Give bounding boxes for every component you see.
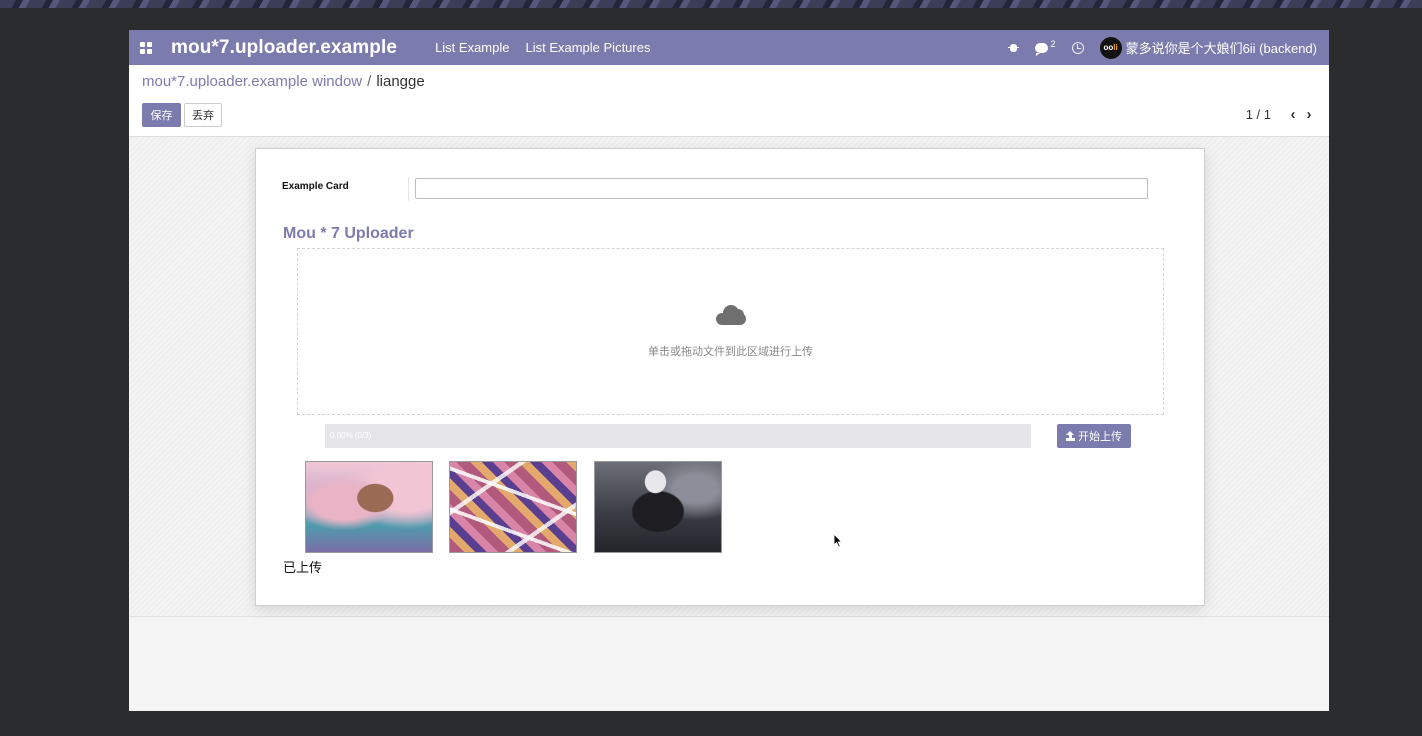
upload-icon (1066, 431, 1075, 441)
breadcrumb-parent-link[interactable]: mou*7.uploader.example window (142, 73, 362, 90)
discard-button[interactable]: 丢弃 (184, 103, 222, 127)
apps-menu-button[interactable] (131, 30, 161, 65)
chat-icon (1034, 42, 1048, 56)
chevron-right-icon[interactable]: › (1301, 107, 1317, 122)
progress-text: 0.00% (0/3) (330, 431, 372, 440)
save-button[interactable]: 保存 (142, 103, 181, 127)
uploaded-image-2[interactable] (449, 461, 577, 553)
avatar-text: oo (1103, 43, 1114, 52)
example-card-label: Example Card (282, 181, 349, 192)
top-navbar: mou*7.uploader.example List Example List… (129, 30, 1329, 65)
user-menu[interactable]: oo li 蒙多说你是个大娘们6ii (backend) (1099, 36, 1317, 59)
mouse-cursor (833, 532, 843, 548)
user-name: 蒙多说你是个大娘们6ii (backend) (1125, 41, 1317, 56)
clock-icon (1071, 41, 1084, 54)
menu-list-example[interactable]: List Example (435, 40, 509, 55)
chevron-left-icon[interactable]: ‹ (1285, 107, 1301, 122)
form-sheet: Example Card Mou * 7 Uploader 单击或拖动文件到此区… (255, 148, 1205, 606)
odoo-window: mou*7.uploader.example List Example List… (129, 30, 1329, 711)
avatar-text-accent: li (1113, 43, 1118, 52)
field-divider (408, 177, 409, 201)
start-upload-label: 开始上传 (1078, 431, 1122, 443)
navbar-systray: 2 oo li 蒙多说你是个大娘们6ii (backend) (1007, 30, 1329, 65)
upload-progress-bar: 0.00% (0/3) (325, 424, 1031, 448)
activity-button[interactable] (1071, 41, 1084, 54)
uploaded-label: 已上传 (283, 560, 323, 575)
cloud-icon (716, 303, 748, 325)
grid-icon (140, 41, 152, 54)
messaging-button[interactable]: 2 (1034, 39, 1056, 56)
breadcrumb-separator: / (367, 73, 372, 90)
avatar: oo li (1099, 36, 1122, 59)
form-view-background: Example Card Mou * 7 Uploader 单击或拖动文件到此区… (129, 137, 1329, 617)
app-brand[interactable]: mou*7.uploader.example (171, 37, 397, 59)
control-panel: mou*7.uploader.example window / liangge 保存… (129, 65, 1329, 137)
bug-icon (1007, 42, 1019, 53)
background-strip (0, 0, 1422, 8)
menu-list-example-pictures[interactable]: List Example Pictures (525, 40, 650, 55)
breadcrumb-current: liangge (376, 73, 425, 90)
cursor-arrow-icon (833, 532, 843, 548)
pager: 1 / 1 ‹ › (1246, 107, 1317, 123)
message-count-badge: 2 (1050, 38, 1056, 49)
debug-button[interactable] (1007, 42, 1019, 53)
example-card-input[interactable] (415, 178, 1148, 199)
breadcrumb: mou*7.uploader.example window / liangge (142, 73, 425, 90)
upload-dropzone[interactable]: 单击或拖动文件到此区域进行上传 (297, 248, 1164, 415)
start-upload-button[interactable]: 开始上传 (1057, 424, 1131, 448)
pager-value[interactable]: 1 / 1 (1246, 107, 1271, 122)
uploaded-image-3[interactable] (594, 461, 722, 553)
uploaded-image-1[interactable] (305, 461, 433, 553)
uploader-title: Mou * 7 Uploader (283, 225, 414, 242)
dropzone-hint: 单击或拖动文件到此区域进行上传 (648, 346, 813, 358)
